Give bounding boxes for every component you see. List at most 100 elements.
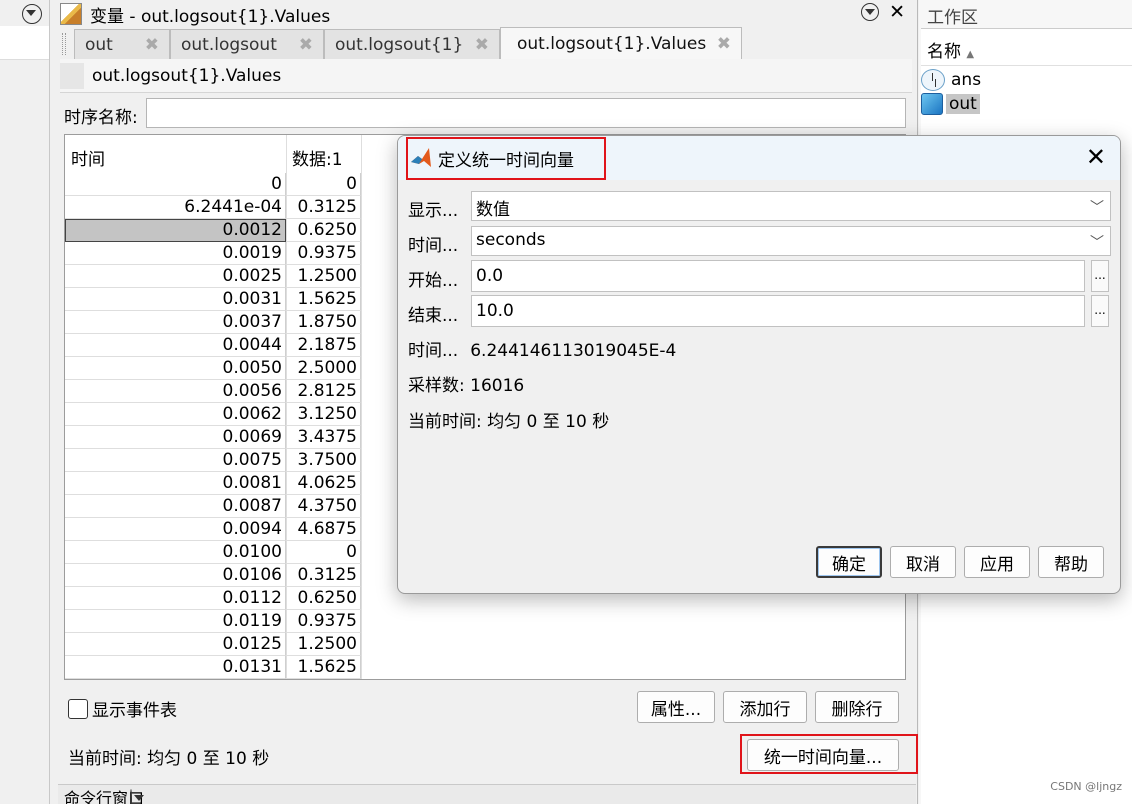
time-cell[interactable]: 0.0075 [65, 449, 286, 472]
table-row[interactable]: 0.0081 4.0625 [65, 472, 361, 495]
table-row[interactable]: 0.0087 4.3750 [65, 495, 361, 518]
table-row[interactable]: 00 [65, 173, 361, 196]
table-row[interactable]: 0.0056 2.8125 [65, 380, 361, 403]
time-cell[interactable]: 0.0062 [65, 403, 286, 426]
table-row[interactable]: 0.0025 1.2500 [65, 265, 361, 288]
tab-grip-icon[interactable] [62, 33, 66, 55]
tab-out[interactable]: out ✖ [74, 29, 170, 59]
table-row[interactable]: 0.0094 4.6875 [65, 518, 361, 541]
checkbox-box[interactable] [68, 698, 88, 719]
panel-menu-icon[interactable] [861, 3, 880, 21]
table-row[interactable]: 0.0100 0 [65, 541, 361, 564]
data-cell[interactable]: 1.2500 [286, 265, 361, 288]
table-row[interactable]: 6.2441e-04 0.3125 [65, 196, 361, 219]
data-cell[interactable]: 1.5625 [286, 656, 361, 679]
data-cell[interactable]: 2.1875 [286, 334, 361, 357]
end-more-button[interactable]: ... [1091, 295, 1109, 327]
table-row[interactable]: 0.0112 0.6250 [65, 587, 361, 610]
properties-button[interactable]: 属性... [637, 691, 715, 723]
tab-out-logsout[interactable]: out.logsout ✖ [170, 29, 324, 59]
time-cell[interactable]: 6.2441e-04 [65, 196, 286, 219]
table-row[interactable]: 0.0012 0.6250 [65, 219, 361, 242]
end-time-input[interactable]: 10.0 [471, 295, 1085, 327]
data-cell[interactable]: 0 [286, 541, 361, 564]
tab-out-logsout-1-values[interactable]: out.logsout{1}.Values ✖ [500, 27, 742, 59]
tab-close-icon[interactable]: ✖ [717, 34, 731, 54]
time-cell[interactable]: 0 [65, 173, 286, 196]
data-cell[interactable]: 0.6250 [286, 587, 361, 610]
cancel-button[interactable]: 取消 [890, 546, 956, 578]
time-cell[interactable]: 0.0119 [65, 610, 286, 633]
data-cell[interactable]: 0.3125 [286, 564, 361, 587]
time-cell[interactable]: 0.0125 [65, 633, 286, 656]
time-cell[interactable]: 0.0094 [65, 518, 286, 541]
timeseries-name-input[interactable] [146, 98, 906, 128]
workspace-column-header[interactable]: 名称 ▲ [921, 28, 1132, 66]
data-cell[interactable]: 3.7500 [286, 449, 361, 472]
data-cell[interactable]: 1.8750 [286, 311, 361, 334]
workspace-item-out[interactable]: out [921, 92, 980, 116]
table-row[interactable]: 0.0044 2.1875 [65, 334, 361, 357]
table-row[interactable]: 0.0031 1.5625 [65, 288, 361, 311]
close-icon[interactable]: ✕ [1086, 145, 1106, 169]
time-cell[interactable]: 0.0106 [65, 564, 286, 587]
time-cell[interactable]: 0.0069 [65, 426, 286, 449]
data-cell[interactable]: 1.2500 [286, 633, 361, 656]
data-cell[interactable]: 0.6250 [286, 219, 361, 242]
time-cell[interactable]: 0.0031 [65, 288, 286, 311]
delete-row-button[interactable]: 删除行 [815, 691, 899, 723]
time-cell[interactable]: 0.0056 [65, 380, 286, 403]
data-cell[interactable]: 3.4375 [286, 426, 361, 449]
time-cell[interactable]: 0.0131 [65, 656, 286, 679]
panel-menu-icon[interactable] [22, 4, 42, 24]
time-cell[interactable]: 0.0025 [65, 265, 286, 288]
table-row[interactable]: 0.0075 3.7500 [65, 449, 361, 472]
data-cell[interactable]: 0.9375 [286, 242, 361, 265]
table-row[interactable]: 0.0062 3.1250 [65, 403, 361, 426]
table-row[interactable]: 0.0050 2.5000 [65, 357, 361, 380]
data-cell[interactable]: 3.1250 [286, 403, 361, 426]
data-cell[interactable]: 4.6875 [286, 518, 361, 541]
start-more-button[interactable]: ... [1091, 260, 1109, 292]
data-cell[interactable]: 4.3750 [286, 495, 361, 518]
help-button[interactable]: 帮助 [1038, 546, 1104, 578]
tab-out-logsout-1[interactable]: out.logsout{1} ✖ [324, 29, 500, 59]
ok-button[interactable]: 确定 [816, 546, 882, 578]
time-cell[interactable]: 0.0037 [65, 311, 286, 334]
time-cell[interactable]: 0.0112 [65, 587, 286, 610]
time-units-dropdown[interactable]: seconds ﹀ [471, 226, 1111, 256]
table-row[interactable]: 0.0131 1.5625 [65, 656, 361, 679]
data-cell[interactable]: 0.9375 [286, 610, 361, 633]
table-row[interactable]: 0.0037 1.8750 [65, 311, 361, 334]
time-cell[interactable]: 0.0019 [65, 242, 286, 265]
start-time-input[interactable]: 0.0 [471, 260, 1085, 292]
column-header-time[interactable]: 时间 [65, 135, 286, 173]
data-cell[interactable]: 2.5000 [286, 357, 361, 380]
tab-close-icon[interactable]: ✖ [145, 35, 159, 55]
tab-close-icon[interactable]: ✖ [299, 35, 313, 55]
time-cell[interactable]: 0.0012 [65, 219, 286, 242]
time-cell[interactable]: 0.0081 [65, 472, 286, 495]
command-window-bar[interactable]: 命令行窗口 [58, 784, 916, 804]
time-cell[interactable]: 0.0044 [65, 334, 286, 357]
close-panel-icon[interactable]: ✕ [889, 3, 905, 22]
tab-close-icon[interactable]: ✖ [475, 35, 489, 55]
add-row-button[interactable]: 添加行 [723, 691, 807, 723]
time-cell[interactable]: 0.0087 [65, 495, 286, 518]
table-row[interactable]: 0.0069 3.4375 [65, 426, 361, 449]
table-row[interactable]: 0.0106 0.3125 [65, 564, 361, 587]
data-cell[interactable]: 0 [286, 173, 361, 196]
display-dropdown[interactable]: 数值 ﹀ [471, 191, 1111, 221]
data-cell[interactable]: 2.8125 [286, 380, 361, 403]
time-cell[interactable]: 0.0050 [65, 357, 286, 380]
show-events-checkbox[interactable]: 显示事件表 [68, 696, 177, 721]
data-cell[interactable]: 1.5625 [286, 288, 361, 311]
time-cell[interactable]: 0.0100 [65, 541, 286, 564]
data-cell[interactable]: 4.0625 [286, 472, 361, 495]
workspace-item-ans[interactable]: ans [921, 68, 984, 92]
panel-menu-icon[interactable] [130, 789, 133, 804]
table-row[interactable]: 0.0119 0.9375 [65, 610, 361, 633]
table-row[interactable]: 0.0125 1.2500 [65, 633, 361, 656]
table-row[interactable]: 0.0019 0.9375 [65, 242, 361, 265]
data-cell[interactable]: 0.3125 [286, 196, 361, 219]
